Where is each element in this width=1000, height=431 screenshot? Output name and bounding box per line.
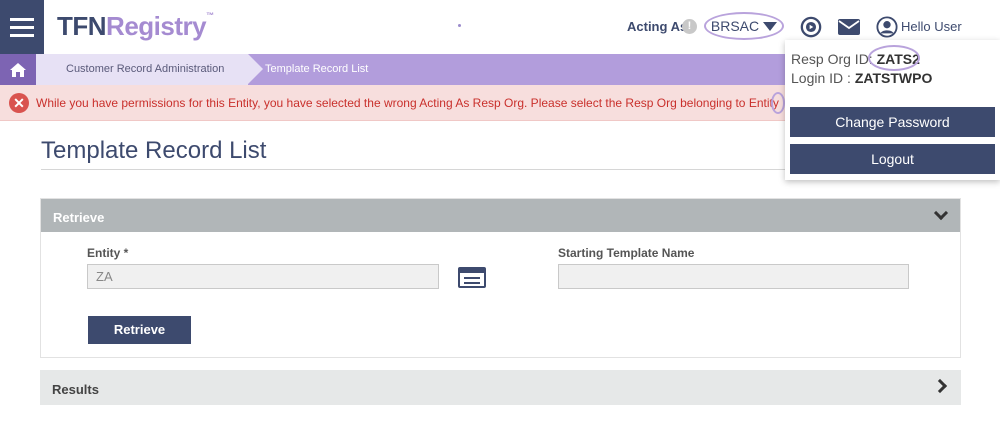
acting-as-value: BRSAC: [710, 18, 760, 34]
retrieve-panel-title: Retrieve: [53, 210, 105, 225]
user-greeting[interactable]: Hello User: [901, 19, 962, 34]
close-circle-icon[interactable]: ✕: [9, 93, 29, 113]
menu-icon-bar: [10, 33, 34, 37]
chevron-down-icon: [763, 21, 778, 31]
entity-label: Entity *: [87, 246, 129, 260]
login-id-line: Login ID : ZATSTWPO: [791, 70, 932, 86]
logo-registry: Registry: [106, 11, 207, 41]
change-password-button[interactable]: Change Password: [790, 107, 995, 137]
list-icon-line: [464, 282, 480, 284]
home-icon: [10, 62, 26, 77]
highlight-annotation: [868, 45, 920, 71]
acting-as-label: Acting As: [627, 19, 688, 34]
results-panel-header[interactable]: Results: [40, 370, 961, 405]
app-logo[interactable]: TFNRegistry™: [57, 11, 214, 42]
play-circle-icon[interactable]: [800, 16, 822, 38]
alert-message: While you have permissions for this Enti…: [36, 96, 781, 110]
highlight-annotation: [771, 92, 785, 114]
list-icon-line: [464, 277, 480, 279]
chevron-right-icon: [932, 378, 948, 394]
retrieve-panel-header[interactable]: Retrieve: [41, 199, 960, 232]
results-panel-title: Results: [52, 382, 99, 397]
retrieve-panel: Retrieve Entity * ZA Starting Template N…: [40, 198, 961, 358]
breadcrumb-item-customer-record-admin[interactable]: Customer Record Administration: [66, 63, 224, 75]
title-divider: [41, 169, 786, 170]
logo-tfn: TFN: [57, 11, 107, 41]
entity-field[interactable]: ZA: [87, 264, 439, 289]
starting-template-field[interactable]: [558, 264, 909, 289]
chevron-down-icon: [933, 205, 949, 221]
menu-button[interactable]: [0, 0, 44, 54]
menu-icon-bar: [10, 17, 34, 21]
user-icon[interactable]: [876, 16, 898, 38]
breadcrumb-home[interactable]: [0, 54, 36, 85]
acting-as-select[interactable]: BRSAC: [704, 12, 784, 40]
page-title: Template Record List: [41, 137, 267, 164]
breadcrumb-item-template-record-list: Template Record List: [265, 63, 369, 75]
logout-button[interactable]: Logout: [790, 144, 995, 174]
mail-icon[interactable]: [837, 17, 861, 37]
info-icon[interactable]: !: [682, 19, 697, 34]
list-lookup-icon[interactable]: [458, 267, 486, 288]
resp-org-label: Resp Org ID:: [791, 51, 873, 67]
menu-icon-bar: [10, 25, 34, 29]
decorative-dot: [458, 24, 461, 27]
logo-trademark: ™: [206, 11, 214, 20]
list-icon-header: [460, 269, 484, 273]
login-id-value: ZATSTWPO: [854, 70, 933, 86]
login-id-label: Login ID :: [791, 70, 851, 86]
retrieve-button[interactable]: Retrieve: [88, 316, 191, 344]
starting-template-label: Starting Template Name: [558, 246, 695, 260]
